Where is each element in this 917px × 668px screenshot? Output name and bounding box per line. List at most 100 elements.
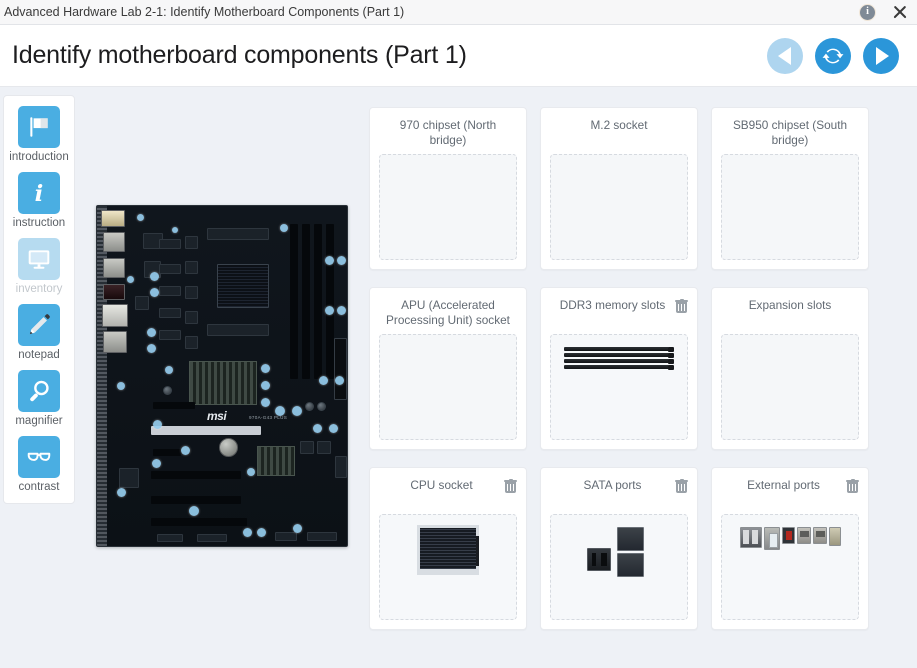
- info-icon[interactable]: i: [860, 4, 875, 20]
- sidebar-item-contrast[interactable]: contrast: [18, 436, 60, 493]
- hotspot-marker[interactable]: [261, 398, 270, 407]
- hotspot-marker[interactable]: [189, 506, 199, 516]
- card-dropzone[interactable]: [379, 514, 517, 620]
- board-choke: [159, 330, 181, 340]
- board-choke: [159, 239, 181, 249]
- io-port: [103, 258, 125, 278]
- hotspot-marker[interactable]: [292, 406, 302, 416]
- hotspot-marker[interactable]: [150, 272, 159, 281]
- component-card[interactable]: 970 chipset (North bridge): [369, 107, 527, 270]
- board-chip: [185, 311, 198, 324]
- card-dropzone[interactable]: [721, 514, 859, 620]
- io-port: [102, 304, 128, 327]
- previous-button[interactable]: [767, 37, 803, 74]
- hotspot-marker[interactable]: [137, 214, 144, 221]
- card-dropzone[interactable]: [379, 154, 517, 260]
- sidebar-item-notepad[interactable]: notepad: [18, 304, 60, 361]
- hotspot-marker[interactable]: [280, 224, 288, 232]
- card-dropzone[interactable]: [379, 334, 517, 440]
- hotspot-marker[interactable]: [117, 488, 126, 497]
- component-card[interactable]: External ports: [711, 467, 869, 630]
- reset-button[interactable]: [815, 37, 851, 74]
- hotspot-marker[interactable]: [293, 524, 302, 533]
- sidebar-item-magnifier[interactable]: magnifier: [15, 370, 63, 427]
- board-chip: [185, 236, 198, 249]
- card-dropzone[interactable]: [550, 334, 688, 440]
- hotspot-marker[interactable]: [335, 376, 344, 385]
- chipset-heatsink: [189, 361, 257, 405]
- hotspot-marker[interactable]: [313, 424, 322, 433]
- component-card[interactable]: SB950 chipset (South bridge): [711, 107, 869, 270]
- board-chip: [185, 286, 198, 299]
- delete-icon[interactable]: [675, 479, 688, 493]
- card-dropzone[interactable]: [721, 334, 859, 440]
- hotspot-marker[interactable]: [275, 406, 285, 416]
- card-title: M.2 socket: [590, 118, 648, 132]
- window-title: Advanced Hardware Lab 2-1: Identify Moth…: [4, 5, 405, 19]
- component-card[interactable]: SATA ports: [540, 467, 698, 630]
- expansion-slot-pcie-x16: [151, 426, 261, 435]
- close-icon[interactable]: [891, 3, 909, 21]
- component-card[interactable]: M.2 socket: [540, 107, 698, 270]
- hotspot-marker[interactable]: [152, 459, 161, 468]
- hotspot-marker[interactable]: [117, 382, 125, 390]
- component-card[interactable]: CPU socket: [369, 467, 527, 630]
- component-card[interactable]: DDR3 memory slots: [540, 287, 698, 450]
- memory-slot: [290, 224, 298, 379]
- board-choke: [159, 264, 181, 274]
- sidebar-item-introduction[interactable]: introduction: [9, 106, 69, 163]
- svg-text:i: i: [35, 181, 44, 206]
- hotspot-marker[interactable]: [181, 446, 190, 455]
- motherboard-image[interactable]: msi 970A-G43 PLUS: [96, 205, 348, 547]
- io-port: [103, 232, 125, 252]
- hotspot-marker[interactable]: [337, 256, 346, 265]
- hotspot-marker[interactable]: [337, 306, 346, 315]
- board-choke: [159, 286, 181, 296]
- board-chip: [135, 296, 149, 310]
- card-dropzone[interactable]: [550, 514, 688, 620]
- card-header: M.2 socket: [550, 118, 688, 148]
- front-panel-header: [197, 534, 227, 542]
- hotspot-marker[interactable]: [243, 528, 252, 537]
- card-title: SATA ports: [583, 478, 642, 492]
- sata-port: [335, 456, 347, 478]
- next-button[interactable]: [863, 37, 899, 74]
- card-dropzone[interactable]: [721, 154, 859, 260]
- hotspot-marker[interactable]: [319, 376, 328, 385]
- component-card[interactable]: APU (Accelerated Processing Unit) socket: [369, 287, 527, 450]
- hotspot-marker[interactable]: [153, 420, 162, 429]
- memory-slot: [302, 224, 310, 379]
- board-brand-logo: msi: [207, 409, 227, 423]
- sidebar-item-instruction[interactable]: i instruction: [13, 172, 65, 229]
- page-header: Identify motherboard components (Part 1): [0, 25, 917, 87]
- page-title: Identify motherboard components (Part 1): [12, 41, 467, 69]
- card-title: DDR3 memory slots: [559, 298, 666, 312]
- hotspot-marker[interactable]: [127, 276, 134, 283]
- flag-icon: [18, 106, 60, 148]
- hotspot-marker[interactable]: [329, 424, 338, 433]
- sidebar-item-label: magnifier: [15, 415, 63, 427]
- hotspot-marker[interactable]: [261, 364, 270, 373]
- hotspot-marker[interactable]: [165, 366, 173, 374]
- front-panel-header: [157, 534, 183, 542]
- hotspot-marker[interactable]: [147, 328, 156, 337]
- hotspot-marker[interactable]: [147, 344, 156, 353]
- hotspot-marker[interactable]: [325, 306, 334, 315]
- hotspot-marker[interactable]: [172, 227, 178, 233]
- delete-icon[interactable]: [504, 479, 517, 493]
- hotspot-marker[interactable]: [150, 288, 159, 297]
- board-chip: [185, 261, 198, 274]
- pencil-icon: [18, 304, 60, 346]
- hotspot-marker[interactable]: [325, 256, 334, 265]
- delete-icon[interactable]: [675, 299, 688, 313]
- hotspot-marker[interactable]: [261, 381, 270, 390]
- component-card[interactable]: Expansion slots: [711, 287, 869, 450]
- hotspot-marker[interactable]: [257, 528, 266, 537]
- hotspot-marker[interactable]: [247, 468, 255, 476]
- card-dropzone[interactable]: [550, 154, 688, 260]
- chevron-left-icon: [777, 46, 791, 65]
- expansion-slot: [153, 449, 181, 456]
- tool-sidebar: introduction i instruction inventory not…: [3, 95, 75, 504]
- card-header: CPU socket: [379, 478, 517, 508]
- delete-icon[interactable]: [846, 479, 859, 493]
